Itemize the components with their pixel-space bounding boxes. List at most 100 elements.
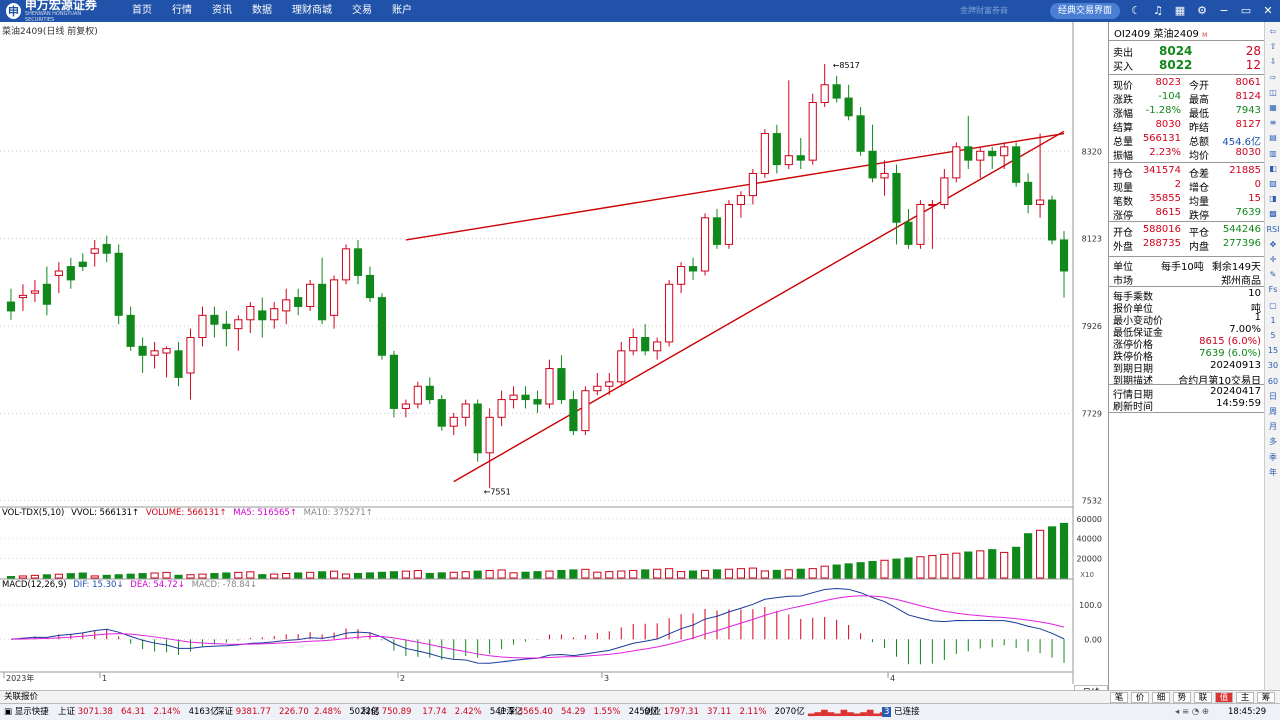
quote-row: 笔数 35855 均量 15 — [1109, 193, 1265, 208]
tool-strip-item[interactable]: ⇦ — [1266, 25, 1280, 38]
tool-strip-item[interactable]: 季 — [1266, 451, 1280, 464]
status-bar: ▣ 显示快捷 上证 3071.38 64.31 2.14% 4163亿 深证 9… — [0, 703, 1280, 720]
related-quotes[interactable]: 关联报价 — [4, 691, 38, 703]
hs-index[interactable]: 沪深 3565.40 54.29 1.55% 2450亿 — [498, 704, 659, 720]
tool-strip-item[interactable]: ▦ — [1266, 101, 1280, 114]
contract-code: OI2409 — [1114, 29, 1151, 40]
menu-data[interactable]: 数据 — [242, 0, 282, 22]
tool-strip-item[interactable]: ✎ — [1266, 268, 1280, 281]
detail-tab[interactable]: 细 — [1152, 692, 1170, 703]
volume-bar — [306, 571, 315, 579]
main-menu: 首页 行情 资讯 数据 理财商城 交易 账户 — [122, 0, 422, 22]
quote-label: 笔数 — [1113, 197, 1133, 208]
tool-strip-item[interactable]: ◧ — [1266, 162, 1280, 175]
grid-icon[interactable]: ▦ — [1172, 2, 1188, 20]
candle-body — [593, 385, 602, 392]
detail-tab[interactable]: 势 — [1173, 692, 1191, 703]
tool-strip-item[interactable]: ▤ — [1266, 131, 1280, 144]
detail-tab[interactable]: 价 — [1131, 692, 1149, 703]
tool-strip-item[interactable]: ⇩ — [1266, 55, 1280, 68]
detail-tab[interactable]: 联 — [1194, 692, 1212, 703]
sh-index[interactable]: 上证 3071.38 64.31 2.14% 4163亿 — [58, 704, 219, 720]
tool-strip-item[interactable]: ≡ — [1266, 116, 1280, 129]
detail-tab[interactable]: 主 — [1236, 692, 1254, 703]
quick-display[interactable]: ▣ 显示快捷 — [4, 704, 49, 720]
tool-strip-item[interactable]: RSI — [1266, 223, 1280, 236]
top-bar: 申 申万宏源证券 SHENWAN HONGYUAN SECURITIES 首页 … — [0, 0, 1280, 23]
detail-tab[interactable]: 值 — [1215, 692, 1233, 703]
menu-account[interactable]: 账户 — [382, 0, 422, 22]
vol-ma5: MA5: 516565↑ — [233, 508, 297, 518]
sz-index[interactable]: 深证 9381.77 226.70 2.48% 5022亿 — [216, 704, 379, 720]
menu-news[interactable]: 资讯 — [202, 0, 242, 22]
tool-strip-item[interactable]: 日 — [1266, 390, 1280, 403]
volume-bar — [138, 573, 147, 579]
menu-trade[interactable]: 交易 — [342, 0, 382, 22]
minimize-icon[interactable]: − — [1216, 2, 1232, 20]
menu-quotes[interactable]: 行情 — [162, 0, 202, 22]
quote-row: 结算 8030 昨结 8127 — [1109, 119, 1265, 134]
tool-strip-item[interactable]: 年 — [1266, 466, 1280, 479]
volume-bar — [18, 575, 28, 579]
volume-bar — [425, 572, 434, 579]
tool-strip-item[interactable]: ▥ — [1266, 147, 1280, 160]
candle-body — [976, 150, 985, 161]
candle-body — [90, 248, 99, 254]
tool-strip-item[interactable]: ✛ — [1266, 253, 1280, 266]
tool-strip-item[interactable]: ◫ — [1266, 86, 1280, 99]
candle-body — [928, 203, 937, 206]
candle-body — [425, 385, 434, 401]
tool-strip-item[interactable]: 15 — [1266, 344, 1280, 357]
quote-value: 8615 — [1155, 207, 1181, 218]
detail-tab[interactable]: 筹 — [1257, 692, 1275, 703]
headset-icon[interactable]: ♫ — [1150, 2, 1166, 20]
tool-strip-item[interactable]: 60 — [1266, 375, 1280, 388]
vol-vvol: VVOL: 566131↑ — [71, 508, 140, 518]
moon-icon[interactable]: ☾ — [1128, 2, 1144, 20]
classic-trade-button[interactable]: 经典交易界面 — [1050, 3, 1120, 19]
tool-strip-item[interactable]: 月 — [1266, 420, 1280, 433]
candle-body — [473, 403, 482, 454]
close-icon[interactable]: ✕ — [1260, 2, 1276, 20]
volume-bar — [856, 562, 865, 579]
menu-wealth[interactable]: 理财商城 — [282, 0, 342, 22]
tool-strip-item[interactable]: ⇧ — [1266, 40, 1280, 53]
cy-index[interactable]: 创业 1797.31 37.11 2.11% 2070亿 — [644, 704, 805, 720]
clock: 18:45:29 — [1228, 707, 1267, 717]
tool-strip-item[interactable]: 5 — [1266, 329, 1280, 342]
volume-bar — [772, 569, 781, 579]
volume-bar — [665, 568, 674, 579]
gear-icon[interactable]: ⚙ — [1194, 2, 1210, 20]
price-tick-label: 8320 — [1082, 147, 1102, 156]
volume-bar — [270, 573, 279, 579]
volume-bar — [318, 571, 327, 579]
volume-bar — [234, 571, 243, 579]
volume-bar — [880, 559, 889, 579]
tool-strip-item[interactable]: 多 — [1266, 435, 1280, 448]
menu-home[interactable]: 首页 — [122, 0, 162, 22]
volume-bar — [126, 573, 135, 579]
candle-body — [940, 177, 949, 205]
tool-strip-item[interactable]: ⇨ — [1266, 71, 1280, 84]
tool-strip-item[interactable]: ✥ — [1266, 238, 1280, 251]
tool-strip-item[interactable]: ▧ — [1266, 177, 1280, 190]
maximize-icon[interactable]: ▭ — [1238, 2, 1254, 20]
tool-strip-item[interactable]: ▩ — [1266, 207, 1280, 220]
tool-strip-item[interactable]: Fs — [1266, 283, 1280, 296]
volume-bar — [258, 574, 267, 579]
chart-area[interactable]: 8320 8123 7926 7729 7532 ←8517 ←7551 60000 40000… — [0, 22, 1108, 710]
quote-label: 平仓 — [1189, 228, 1209, 239]
candle-body — [581, 390, 590, 432]
tool-strip-item[interactable]: 周 — [1266, 405, 1280, 418]
volume-bar — [677, 571, 686, 579]
tool-strip-item[interactable]: 1 — [1266, 314, 1280, 327]
candle-body — [210, 314, 219, 325]
candle-body — [856, 115, 865, 152]
bid-label: 买入 — [1113, 62, 1133, 73]
tool-strip-item[interactable]: ◨ — [1266, 192, 1280, 205]
quote-row: 开仓 588016 平仓 544246 — [1109, 224, 1265, 239]
tool-strip-item[interactable]: ▢ — [1266, 299, 1280, 312]
volume-bar — [832, 564, 841, 579]
tool-strip-item[interactable]: 30 — [1266, 359, 1280, 372]
detail-tab[interactable]: 笔 — [1110, 692, 1128, 703]
